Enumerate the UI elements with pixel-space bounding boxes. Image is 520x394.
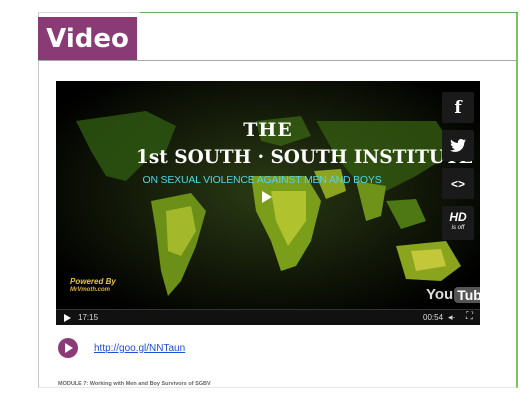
- twitter-share-button[interactable]: [442, 130, 474, 161]
- section-title: Video: [46, 23, 129, 54]
- video-title-subtitle: ON SEXUAL VIOLENCE AGAINST MEN AND BOYS: [142, 174, 382, 186]
- video-title-the: THE: [243, 119, 293, 141]
- volume-icon[interactable]: ◂·: [448, 312, 456, 323]
- hd-status: is off: [451, 225, 465, 231]
- youtube-logo-tube: Tube: [454, 286, 480, 303]
- play-control-icon[interactable]: [64, 314, 71, 322]
- hd-toggle-button[interactable]: HD is off: [442, 206, 474, 240]
- video-player[interactable]: THE 1st SOUTH · SOUTH INSTITUTE ON SEXUA…: [56, 81, 480, 325]
- powered-by-logo: Powered By MrVmoth.com: [70, 277, 116, 295]
- youtube-logo-you: You: [426, 286, 454, 303]
- top-rule: [140, 12, 518, 13]
- section-header: Video: [38, 17, 137, 60]
- video-title-main: 1st SOUTH · SOUTH INSTITUTE: [136, 147, 473, 168]
- facebook-share-button[interactable]: f: [442, 92, 474, 123]
- video-current-time: 00:54: [423, 313, 444, 322]
- player-control-bar: 17:15 00:54 ◂· ⛶: [56, 309, 480, 325]
- powered-by-label: Powered By: [70, 277, 116, 286]
- world-map-background: [56, 81, 480, 325]
- embed-button[interactable]: <>: [442, 168, 474, 199]
- embed-icon: <>: [450, 176, 465, 191]
- play-circle-icon: [58, 338, 78, 358]
- play-icon[interactable]: [262, 191, 272, 203]
- module-footer: MODULE 7: Working with Men and Boy Survi…: [58, 381, 211, 387]
- video-link-row: http://goo.gl/NNTaun: [58, 338, 185, 358]
- hd-label: HD: [449, 210, 467, 224]
- fullscreen-icon[interactable]: ⛶: [466, 311, 473, 322]
- video-duration: 17:15: [78, 313, 99, 322]
- twitter-icon: [450, 139, 466, 152]
- youtube-logo[interactable]: You Tube: [426, 286, 480, 303]
- facebook-icon: f: [454, 97, 462, 118]
- header-divider: [38, 60, 518, 61]
- video-link[interactable]: http://goo.gl/NNTaun: [94, 343, 185, 354]
- powered-by-brand: MrVmoth.com: [70, 287, 111, 293]
